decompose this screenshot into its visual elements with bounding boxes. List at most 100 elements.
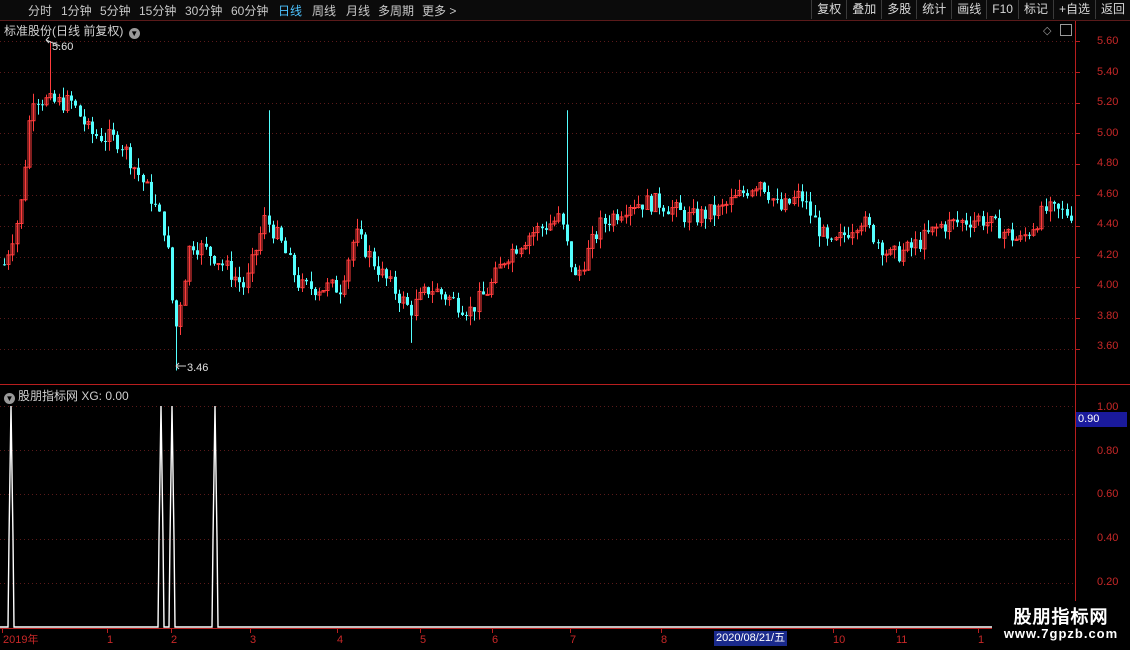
candle-body-down <box>41 104 44 106</box>
candle-body-down <box>398 293 401 304</box>
candle-body-down <box>100 135 103 141</box>
candle-body-down <box>994 216 997 219</box>
xg-signal-line <box>0 405 1075 628</box>
candle-body-down <box>818 217 821 237</box>
candle-body-down <box>742 190 745 194</box>
candle-body-down <box>284 240 287 254</box>
candle-body-down <box>830 238 833 240</box>
candle-body-down <box>1011 229 1014 241</box>
stock-chart[interactable]: 5.60 3.46 5.60 5.40 5.20 5.00 4.80 4.60 … <box>0 0 1130 650</box>
price-tick: 5.60 <box>1097 35 1118 47</box>
chevron-down-icon[interactable]: ▼ <box>128 28 140 39</box>
candle-body-down <box>335 280 338 293</box>
candle-body-up <box>632 207 637 210</box>
x-label: 6 <box>492 634 498 646</box>
candle-body-down <box>457 297 460 313</box>
candle-body-down <box>814 215 817 218</box>
candle-body-up <box>951 219 956 222</box>
indicator-current-value: 0.90 <box>1076 412 1127 427</box>
x-label: 1 <box>978 634 984 646</box>
candle-body-down <box>74 100 77 106</box>
candle-body-up <box>145 181 150 184</box>
candle-body-down <box>927 230 930 232</box>
x-label: 5 <box>420 634 426 646</box>
watermark-logo: 股朋指标网 www.7gpzb.com <box>992 601 1130 650</box>
price-axis-ticks: 5.60 5.40 5.20 5.00 4.80 4.60 4.40 4.20 … <box>1097 35 1118 352</box>
candle-body-down <box>293 254 296 276</box>
panel-toggle-icon[interactable] <box>1060 24 1072 36</box>
price-panel-title: 标准股份(日线 前复权) ▼ <box>4 22 140 39</box>
x-label: 11 <box>896 634 907 646</box>
candle-body-down <box>150 181 153 204</box>
candle-body-down <box>595 234 598 240</box>
candle-body-down <box>158 204 161 212</box>
low-marker: 3.46 <box>175 362 208 374</box>
indicator-tick: 0.60 <box>1097 488 1118 500</box>
candle-body-down <box>465 314 468 316</box>
candle-body-down <box>116 134 119 150</box>
x-label: 3 <box>250 634 256 646</box>
candle-body-down <box>570 241 573 268</box>
candle-body-down <box>881 242 884 256</box>
price-tick: 5.00 <box>1097 127 1118 139</box>
candle-body-up <box>934 226 939 229</box>
candle-body-down <box>658 193 661 208</box>
candle-body-down <box>1045 206 1048 211</box>
candle-body-down <box>944 224 947 232</box>
candle-body-down <box>616 214 619 221</box>
price-tick: 5.40 <box>1097 66 1118 78</box>
candle-body-down <box>196 250 199 255</box>
candle-body-down <box>662 207 665 212</box>
indicator-tick: 0.40 <box>1097 532 1118 544</box>
candle-body-down <box>541 226 544 229</box>
candle-body-down <box>1070 215 1073 221</box>
candle-body-down <box>289 253 292 255</box>
candle-body-down <box>1053 201 1056 204</box>
candle-body-down <box>767 192 770 201</box>
indicator-panel-title: ▼ 股朋指标网 XG: 0.00 <box>4 387 129 404</box>
x-label: 7 <box>570 634 576 646</box>
candle-body-down <box>62 97 65 111</box>
candle-body-down <box>3 264 6 266</box>
candle-body-down <box>272 224 275 239</box>
candle-body-down <box>314 288 317 296</box>
candle-body-down <box>171 247 174 301</box>
candle-body-down <box>175 300 178 327</box>
candle-body-down <box>192 246 195 251</box>
candle-body-down <box>877 242 880 244</box>
price-tick: 3.60 <box>1097 340 1118 352</box>
candle-body-down <box>604 217 607 224</box>
stock-name: 标准股份(日线 前复权) <box>4 24 124 38</box>
candle-body-down <box>608 223 611 226</box>
candle-body-down <box>163 211 166 236</box>
candle-body-down <box>373 251 376 267</box>
candle-body-down <box>83 116 86 125</box>
candle-body-down <box>213 255 216 264</box>
candle-body-up <box>132 167 137 170</box>
candle-body-down <box>238 277 241 283</box>
candle-body-down <box>205 243 208 247</box>
candle-body-down <box>310 281 313 289</box>
candle-body-down <box>1057 203 1060 209</box>
candle-body-down <box>142 174 145 183</box>
candle-body-down <box>377 266 380 275</box>
candle-body-down <box>780 199 783 210</box>
candle-body-down <box>650 195 653 212</box>
candle-body-up <box>485 293 490 296</box>
candle-body-down <box>641 204 644 210</box>
candle-body-down <box>360 229 363 235</box>
indicator-name: 股朋指标网 XG: 0.00 <box>18 389 129 403</box>
diamond-icon[interactable]: ◇ <box>1043 24 1051 37</box>
candle-body-down <box>898 246 901 262</box>
chevron-down-icon[interactable]: ▼ <box>4 393 15 404</box>
candle-body-down <box>566 224 569 242</box>
candle-body-down <box>574 267 577 276</box>
price-tick: 4.00 <box>1097 279 1118 291</box>
candle-body-down <box>562 213 565 225</box>
candle-body-down <box>129 147 132 169</box>
candle-body-down <box>910 242 913 248</box>
candle-body-down <box>104 140 107 142</box>
candle-body-down <box>154 203 157 205</box>
price-tick: 5.20 <box>1097 96 1118 108</box>
x-label: 10 <box>833 634 845 646</box>
